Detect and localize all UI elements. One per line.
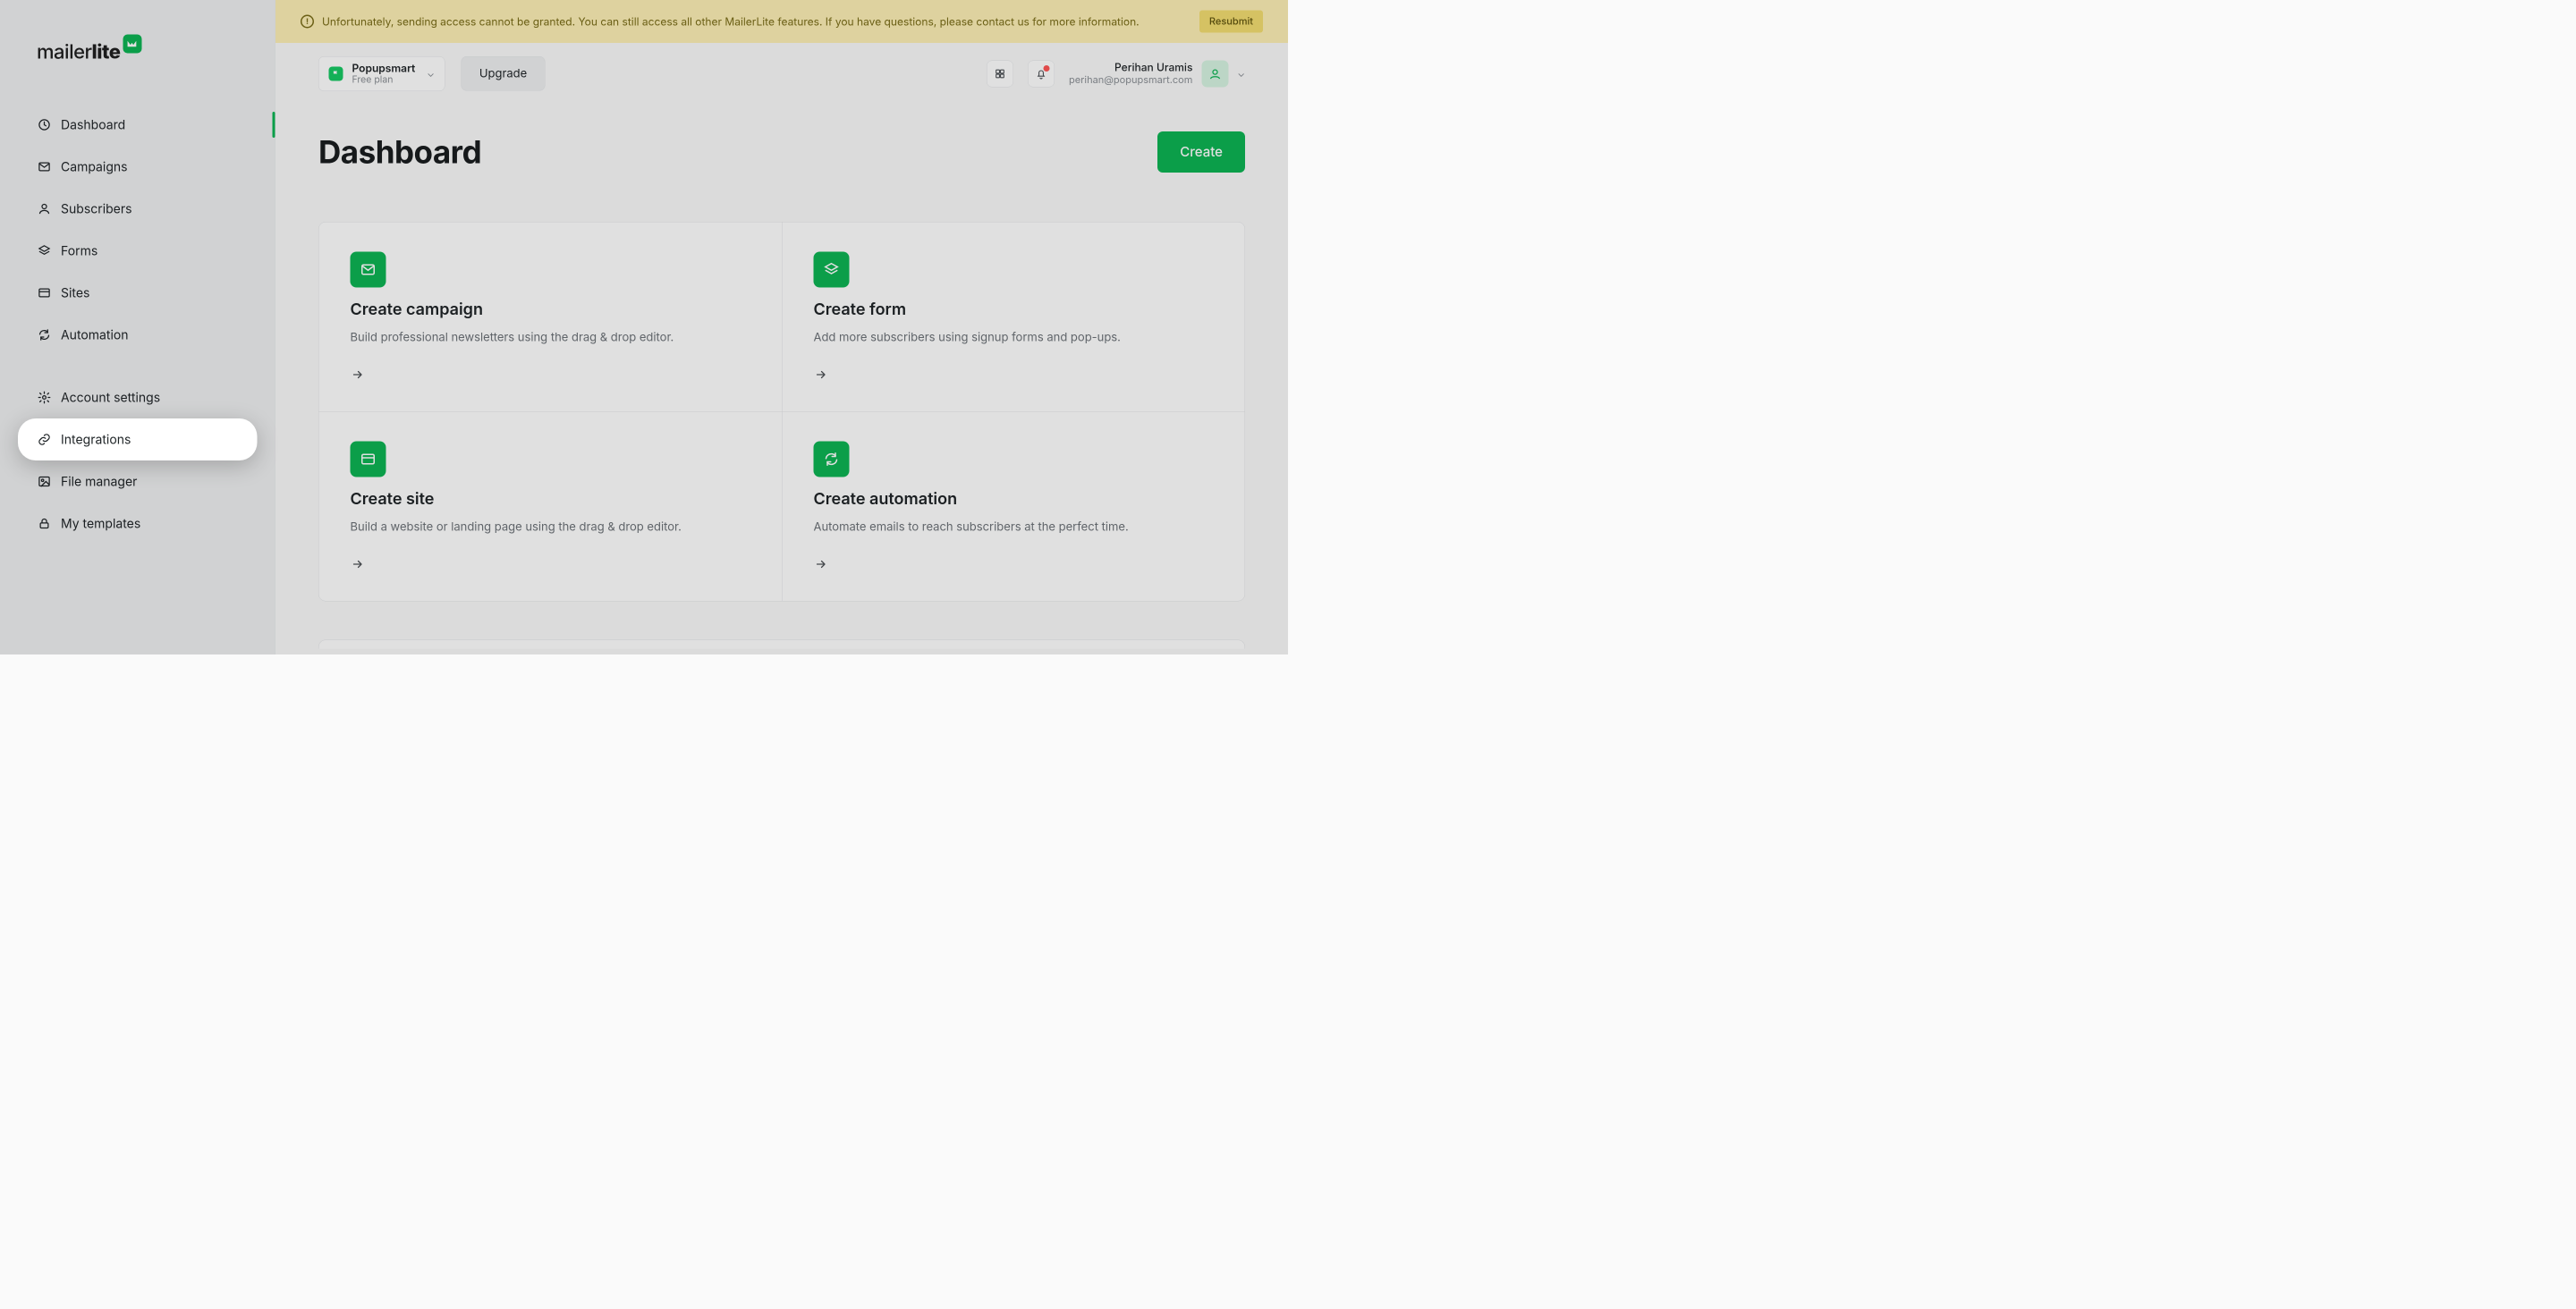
grid-icon xyxy=(994,68,1005,80)
refresh-icon xyxy=(814,441,850,477)
sidebar-item-file-manager[interactable]: File manager xyxy=(18,460,258,502)
workspace-switcher[interactable]: Popupsmart Free plan ⌄ xyxy=(318,56,445,91)
card-desc: Build professional newsletters using the… xyxy=(351,330,751,344)
card-create-campaign[interactable]: Create campaign Build professional newsle… xyxy=(319,222,783,411)
workspace-name: Popupsmart xyxy=(352,63,416,75)
user-menu[interactable]: Perihan Uramis perihan@popupsmart.com ⌄ xyxy=(1069,60,1245,87)
next-section-peek xyxy=(318,639,1245,648)
sites-icon xyxy=(38,286,51,300)
user-name: Perihan Uramis xyxy=(1069,62,1192,74)
app-switcher-button[interactable] xyxy=(987,60,1013,87)
card-title: Create form xyxy=(814,299,1214,318)
arrow-right-icon xyxy=(814,369,1214,382)
clock-icon xyxy=(38,118,51,131)
sidebar-item-dashboard[interactable]: Dashboard xyxy=(18,104,258,146)
sidebar-item-integrations[interactable]: Integrations xyxy=(18,418,258,460)
arrow-right-icon xyxy=(351,559,751,571)
avatar-icon xyxy=(1208,67,1222,80)
sidebar-item-label: Campaigns xyxy=(61,159,128,174)
topbar: Popupsmart Free plan ⌄ Upgrade Peri xyxy=(275,43,1288,114)
workspace-plan: Free plan xyxy=(352,74,416,85)
sites-icon xyxy=(351,441,386,477)
sidebar-item-sites[interactable]: Sites xyxy=(18,272,258,314)
card-title: Create campaign xyxy=(351,299,751,318)
create-button[interactable]: Create xyxy=(1157,131,1245,173)
avatar xyxy=(1201,60,1228,87)
arrow-right-icon xyxy=(814,559,1214,571)
warning-icon: ! xyxy=(301,15,314,29)
main: ! Unfortunately, sending access cannot b… xyxy=(275,0,1288,654)
card-desc: Add more subscribers using signup forms … xyxy=(814,330,1214,344)
warning-text: Unfortunately, sending access cannot be … xyxy=(322,15,1140,29)
link-icon xyxy=(38,433,51,446)
card-title: Create site xyxy=(351,488,751,508)
user-email: perihan@popupsmart.com xyxy=(1069,74,1192,86)
sidebar-item-label: File manager xyxy=(61,474,137,489)
warning-banner: ! Unfortunately, sending access cannot b… xyxy=(275,0,1288,43)
brand-mark-icon xyxy=(123,35,141,54)
brand-logo[interactable]: mailerlite xyxy=(37,39,258,63)
quick-create-grid: Create campaign Build professional newsle… xyxy=(318,222,1245,602)
sidebar-item-label: Automation xyxy=(61,327,129,342)
card-title: Create automation xyxy=(814,488,1214,508)
upgrade-button[interactable]: Upgrade xyxy=(461,56,545,91)
sidebar-item-label: Sites xyxy=(61,285,89,300)
gear-icon xyxy=(38,391,51,404)
sidebar-item-label: Integrations xyxy=(61,432,131,447)
user-icon xyxy=(38,202,51,215)
sidebar-item-account-settings[interactable]: Account settings xyxy=(18,376,258,418)
sidebar-item-label: Subscribers xyxy=(61,201,132,216)
sidebar-nav-primary: Dashboard Campaigns Subscribers Forms Sites A… xyxy=(18,104,258,356)
lock-icon xyxy=(38,517,51,530)
sidebar-item-automation[interactable]: Automation xyxy=(18,314,258,356)
resubmit-button[interactable]: Resubmit xyxy=(1199,11,1263,33)
sidebar-item-forms[interactable]: Forms xyxy=(18,230,258,272)
notifications-button[interactable] xyxy=(1028,60,1055,87)
card-create-site[interactable]: Create site Build a website or landing pa… xyxy=(319,411,783,601)
mail-icon xyxy=(351,251,386,287)
image-icon xyxy=(38,475,51,488)
mail-icon xyxy=(38,160,51,173)
card-create-form[interactable]: Create form Add more subscribers using si… xyxy=(782,222,1245,411)
layers-icon xyxy=(38,244,51,258)
page-title: Dashboard xyxy=(318,133,481,172)
sidebar-item-my-templates[interactable]: My templates xyxy=(18,502,258,545)
chevron-down-icon: ⌄ xyxy=(1237,68,1245,80)
sidebar-nav-secondary: Account settings Integrations File manager… xyxy=(18,376,258,545)
workspace-flag-icon xyxy=(329,66,343,80)
sidebar-item-label: Forms xyxy=(61,243,97,258)
arrow-right-icon xyxy=(351,369,751,382)
chevron-down-icon: ⌄ xyxy=(427,68,435,80)
sidebar-item-campaigns[interactable]: Campaigns xyxy=(18,146,258,188)
sidebar-item-label: Dashboard xyxy=(61,117,125,132)
card-create-automation[interactable]: Create automation Automate emails to reac… xyxy=(782,411,1245,601)
brand-word: mailerlite xyxy=(37,39,120,63)
notification-dot-icon xyxy=(1043,65,1049,72)
refresh-icon xyxy=(38,328,51,342)
layers-icon xyxy=(814,251,850,287)
sidebar: mailerlite Dashboard Campaigns Subscribers… xyxy=(0,0,275,654)
sidebar-item-label: My templates xyxy=(61,516,140,531)
sidebar-item-subscribers[interactable]: Subscribers xyxy=(18,188,258,230)
card-desc: Build a website or landing page using th… xyxy=(351,519,751,534)
card-desc: Automate emails to reach subscribers at … xyxy=(814,519,1214,534)
sidebar-item-label: Account settings xyxy=(61,390,160,405)
